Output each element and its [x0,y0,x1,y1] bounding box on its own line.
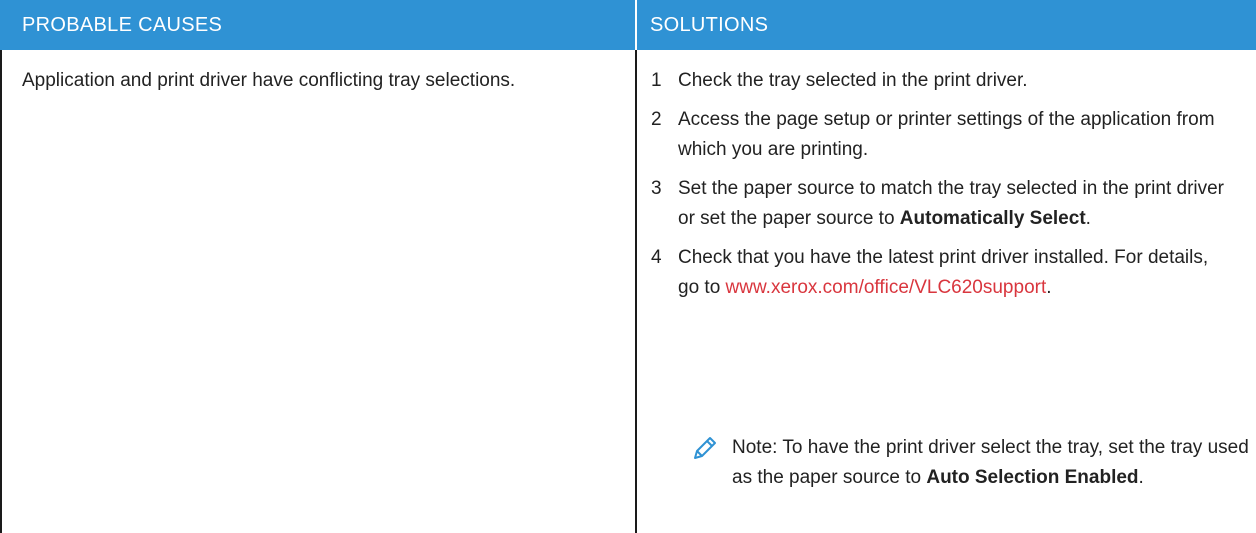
step-text: Check the tray selected in the print dri… [678,70,1028,91]
step-text-part: . [1085,208,1091,229]
automatically-select-option: Automatically Select [899,208,1086,229]
solution-step: 2 Access the page setup or printer setti… [650,105,1250,165]
header-divider [635,0,637,50]
note-text-part: . [1138,467,1144,488]
header-solutions: SOLUTIONS [650,14,769,36]
solution-step: 1 Check the tray selected in the print d… [650,66,1250,96]
step-text: Check that you have the latest print dri… [678,243,1228,303]
solution-step: 4 Check that you have the latest print d… [650,243,1250,303]
step-text: Access the page setup or printer setting… [678,109,1215,160]
table-header: PROBABLE CAUSES SOLUTIONS [0,0,1256,50]
step-text: Set the paper source to match the tray s… [678,174,1228,234]
solution-steps: 1 Check the tray selected in the print d… [650,66,1250,312]
table-column-divider [635,50,637,533]
pencil-note-icon [694,437,716,459]
header-probable-causes: PROBABLE CAUSES [22,14,223,36]
auto-selection-enabled-option: Auto Selection Enabled [926,467,1139,488]
table-left-border [0,50,2,533]
step-number: 2 [651,109,662,130]
solution-step: 3 Set the paper source to match the tray… [650,174,1250,234]
step-text-part: . [1046,277,1052,298]
step-number: 4 [651,247,662,268]
note-text: Note: To have the print driver select th… [732,433,1252,493]
probable-cause-text: Application and print driver have confli… [22,70,516,91]
step-number: 1 [651,70,662,91]
step-number: 3 [651,178,662,199]
support-link[interactable]: www.xerox.com/office/VLC620support [726,277,1047,298]
troubleshooting-table: PROBABLE CAUSES SOLUTIONS Application an… [0,0,1256,533]
